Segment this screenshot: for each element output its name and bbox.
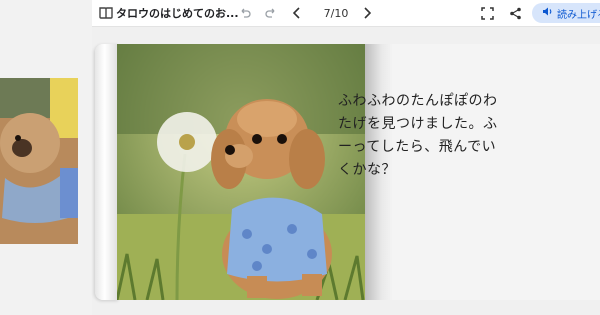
- undo-icon[interactable]: [236, 0, 254, 26]
- toolbar: タロウのはじめてのお... 7/10 読み上げる: [92, 0, 600, 27]
- left-panel: [0, 0, 92, 315]
- story-text: ふわふわのたんぽぽのわたげを見つけました。ふーってしたら、飛んでいくかな？: [338, 93, 498, 178]
- page-indicator: 7/10: [323, 6, 349, 20]
- read-aloud-button[interactable]: 読み上げる: [532, 3, 600, 23]
- speaker-icon: [542, 6, 553, 20]
- read-aloud-label: 読み上げる: [557, 9, 600, 21]
- share-icon[interactable]: [506, 0, 524, 26]
- redo-icon[interactable]: [262, 0, 280, 26]
- story-illustration: [117, 44, 365, 300]
- fullscreen-icon[interactable]: [478, 0, 496, 26]
- book-page-edges: [95, 44, 119, 300]
- book-title: タロウのはじめてのお...: [116, 7, 239, 20]
- book-icon: [98, 0, 114, 26]
- previous-page-thumbnail[interactable]: [0, 78, 78, 244]
- chevron-left-icon[interactable]: [290, 0, 304, 26]
- chevron-right-icon[interactable]: [360, 0, 374, 26]
